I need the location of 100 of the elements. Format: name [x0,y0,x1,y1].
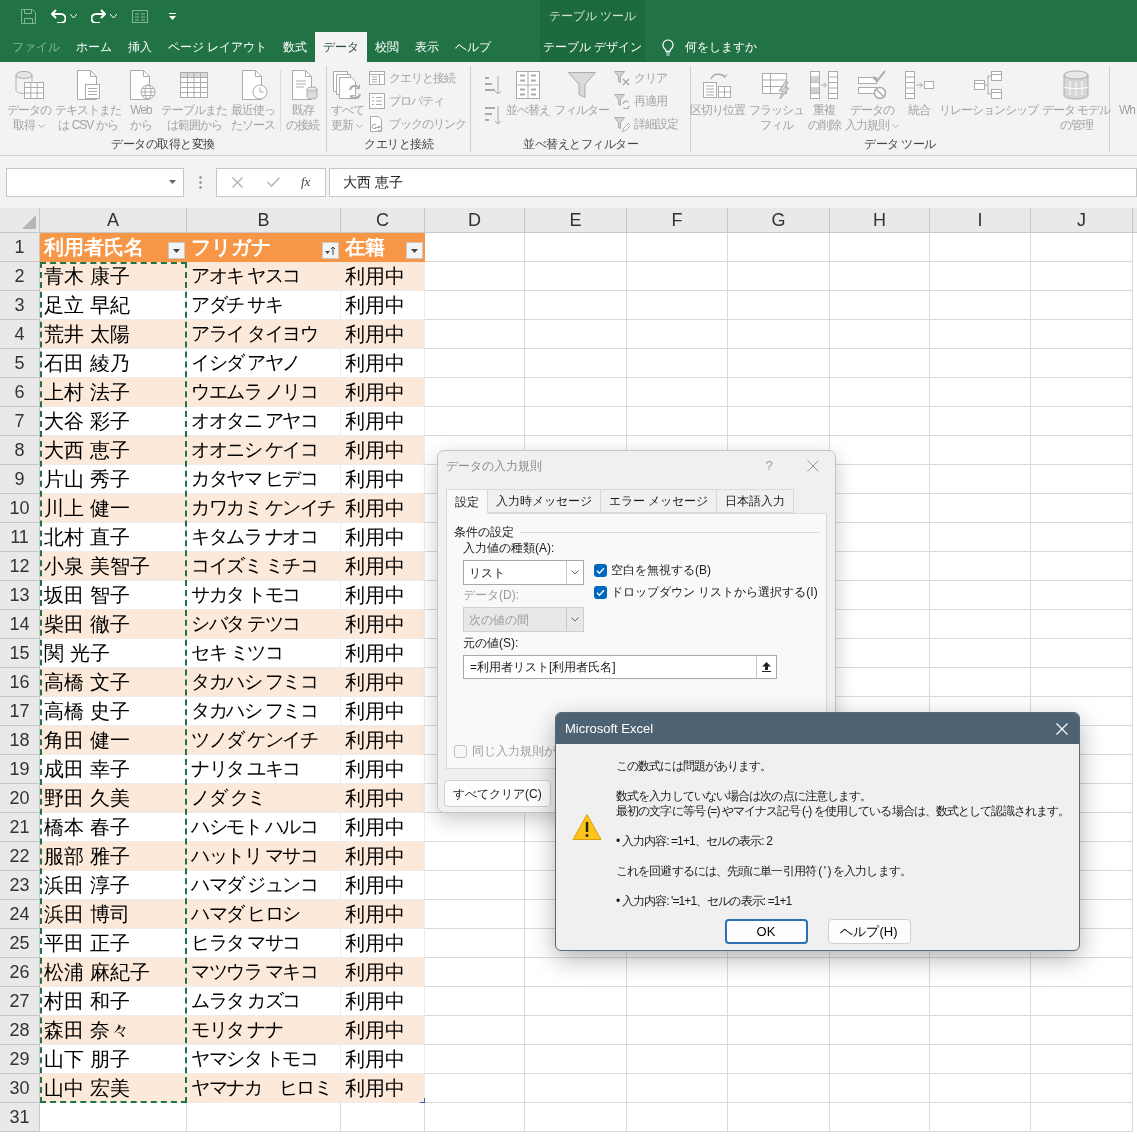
row-header[interactable]: 3 [0,291,40,320]
table-cell: マツウラ マキコ [187,958,341,987]
ribbon-tab[interactable]: ヘルプ [447,32,500,62]
form-icon[interactable] [132,9,148,23]
row-header[interactable]: 8 [0,436,40,465]
ribbon-tab[interactable]: 数式 [275,32,316,62]
ribbon-tab[interactable]: ホーム [68,32,120,62]
table-cell: 利用中 [341,726,425,755]
column-header[interactable]: F [627,208,728,233]
row-header[interactable]: 13 [0,581,40,610]
source-field[interactable]: =利用者リスト[利用者氏名] [463,655,777,679]
ribbon-tab[interactable]: ページ レイアウト [160,32,276,62]
column-header[interactable]: J [1031,208,1133,233]
drag-handle-icon[interactable] [199,175,202,189]
column-header[interactable]: C [341,208,425,233]
dialog-button[interactable]: OK [724,919,808,944]
sort-descending-icon [483,104,501,126]
clear-all-button[interactable]: すべてクリア(C) [444,780,551,807]
message-text: この数式には問題があります。 [616,759,773,774]
tell-me-button[interactable]: 何をしますか [662,38,757,56]
column-header[interactable]: I [930,208,1031,233]
row-header[interactable]: 15 [0,639,40,668]
bar-caret-icon[interactable] [169,12,176,20]
filter-button[interactable] [322,242,339,259]
row-header[interactable]: 29 [0,1045,40,1074]
row-header[interactable]: 28 [0,1016,40,1045]
table-cell: 利用中 [341,291,425,320]
redo-button[interactable] [91,9,117,23]
column-header[interactable]: G [728,208,830,233]
table-cell: 山中 宏美 [40,1074,187,1103]
checkbox[interactable] [594,585,607,599]
checkbox[interactable] [594,563,607,577]
row-header[interactable]: 7 [0,407,40,436]
row-header[interactable]: 20 [0,784,40,813]
row-header[interactable]: 9 [0,465,40,494]
row-header[interactable]: 4 [0,320,40,349]
ribbon-tab[interactable]: データ [315,32,368,62]
dropdown[interactable]: リスト [463,560,584,585]
save-icon[interactable] [21,8,36,24]
insert-function-button[interactable]: fx [301,174,311,190]
table-cell: ハマダ ジュンコ [187,871,341,900]
row-header[interactable]: 14 [0,610,40,639]
row-header[interactable]: 25 [0,929,40,958]
dialog-tab[interactable]: エラー メッセージ [601,489,718,513]
table-cell: ナリタ ユキコ [187,755,341,784]
column-header[interactable]: D [425,208,525,233]
column-header[interactable]: E [525,208,627,233]
row-header[interactable]: 19 [0,755,40,784]
column-arrow-box-icon [902,69,935,101]
checkbox-label: ドロップダウン リストから選択する(I) [611,584,818,600]
row-header[interactable]: 24 [0,900,40,929]
row-header[interactable]: 18 [0,726,40,755]
row-header[interactable]: 22 [0,842,40,871]
table-cell: イシダ アヤノ [187,349,341,378]
table-cell: 大谷 彩子 [40,407,187,436]
resize-handle-icon[interactable] [420,1098,425,1103]
row-header[interactable]: 5 [0,349,40,378]
row-header[interactable]: 16 [0,668,40,697]
row-header[interactable]: 1 [0,233,40,262]
table-cell: 利用中 [341,523,425,552]
ribbon-tab[interactable]: 表示 [407,32,448,62]
ribbon-tab[interactable]: テーブル デザイン [534,32,651,62]
table-cell: 利用中 [341,784,425,813]
row-header[interactable]: 27 [0,987,40,1016]
column-header[interactable]: B [187,208,341,233]
filter-button[interactable] [406,242,423,259]
row-header[interactable]: 30 [0,1074,40,1103]
table-cell: 利用中 [341,552,425,581]
funnel-icon [565,69,598,101]
funnel-refresh-icon [614,92,630,109]
row-header[interactable]: 31 [0,1103,40,1132]
row-header[interactable]: 21 [0,813,40,842]
dialog-tab[interactable]: 日本語入力 [717,489,795,513]
checkbox[interactable] [454,744,467,758]
table-cell: 高橋 文子 [40,668,187,697]
row-header[interactable]: 26 [0,958,40,987]
ribbon-tab[interactable]: 校閲 [367,32,408,62]
filter-button[interactable] [168,242,185,259]
row-header[interactable]: 12 [0,552,40,581]
column-header[interactable]: A [40,208,187,233]
row-header[interactable]: 6 [0,378,40,407]
row-header[interactable]: 11 [0,523,40,552]
table-cell: 利用中 [341,987,425,1016]
row-header[interactable]: 10 [0,494,40,523]
row-header[interactable]: 17 [0,697,40,726]
dialog-tab[interactable]: 入力時メッセージ [488,489,601,513]
formula-input[interactable]: 大西 恵子 [329,167,1137,197]
funnel-cross-icon [614,69,630,86]
message-text: これを回避するには、先頭に単一引用符 ( ' ) を入力します。 [616,864,912,879]
dialog-button[interactable]: ヘルプ(H) [827,919,911,944]
undo-button[interactable] [51,9,77,23]
column-title: 利用者氏名 [44,234,144,260]
column-header[interactable]: H [830,208,930,233]
dialog-tab[interactable]: 設定 [446,489,488,514]
close-icon [807,460,819,472]
table-cell: オオニシ ケイコ [187,436,341,465]
table-cell: オオタニ アヤコ [187,407,341,436]
ribbon-tab[interactable]: 挿入 [120,32,160,62]
row-header[interactable]: 23 [0,871,40,900]
row-header[interactable]: 2 [0,262,40,291]
